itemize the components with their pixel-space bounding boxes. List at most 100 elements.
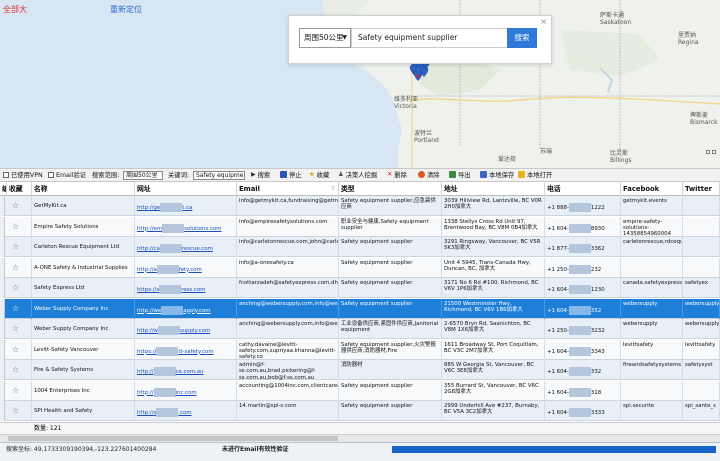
cell-address: 1338 Stellys Cross Rd Unit 97, Brentwood…	[442, 216, 545, 237]
favorite-star-icon[interactable]: ☆	[7, 278, 32, 298]
row-marker[interactable]	[0, 401, 5, 421]
keyword-input[interactable]: Safety equipment supplier	[351, 28, 533, 48]
favorite-star-icon[interactable]: ☆	[7, 360, 32, 380]
search-range-select[interactable]: 周围50公里 ▼	[299, 28, 351, 48]
cell-url[interactable]: http://w supply.com	[135, 319, 237, 339]
cell-twitter	[683, 257, 720, 278]
toolbar-delete-button[interactable]: ✕ 删除	[387, 169, 407, 182]
toolbar: 已使用VPN Email验证 搜索范围: 周围50公里 关键词: Safety …	[0, 168, 720, 182]
cell-address: 3171 No 6 Rd #100, Richmond, BC V6V 1P6加…	[442, 278, 545, 298]
scrollbar-thumb[interactable]	[8, 436, 338, 441]
cell-type: 职业安全与健康,Safety equipment supplier	[339, 216, 442, 237]
favorite-star-icon[interactable]: ☆	[7, 401, 32, 421]
table-row[interactable]: ☆ 1004 Enterprises Inc http://inc.com accou…	[0, 380, 720, 401]
map-zoom-icon[interactable]	[712, 150, 716, 154]
row-marker[interactable]	[0, 360, 5, 380]
row-marker[interactable]	[0, 339, 5, 360]
redacted-mask	[568, 408, 591, 417]
favorite-star-icon[interactable]: ☆	[7, 380, 32, 401]
search-coordinates: 搜索坐标: 49.1733309190394,-123.227601400284	[6, 446, 157, 453]
sort-icon: ▽	[331, 186, 335, 192]
toolbar-favorite-button[interactable]: ★ 收藏	[309, 169, 329, 182]
cell-url[interactable]: https://tt-safety.com	[135, 339, 237, 360]
map-label-saskatoon: 萨斯卡通 Saskatoon	[600, 12, 632, 26]
toolbar-export-button[interactable]: 导出	[449, 169, 471, 182]
cell-phone: +1 604- 332	[545, 360, 621, 380]
close-icon[interactable]: ×	[540, 17, 547, 26]
search-button[interactable]: 搜索	[507, 28, 537, 48]
toolbar-open-local-button[interactable]: 本地打开	[518, 169, 552, 182]
col-twitter[interactable]: Twitter	[683, 182, 720, 196]
toolbar-stop-button[interactable]: 停止	[280, 169, 302, 182]
table-row[interactable]: ☆ Safety Express Ltd https://s ress.com fcot…	[0, 278, 720, 298]
favorite-star-icon[interactable]: ☆	[7, 216, 32, 237]
cell-url[interactable]: http://s .com	[135, 401, 237, 421]
cell-address: 2-6570 Bryn Rd, Saanichton, BC V8M 1X6加拿…	[442, 319, 545, 339]
row-marker[interactable]	[0, 196, 5, 216]
table-row[interactable]: ☆ Empire Safety Solutions http://em solutio…	[0, 216, 720, 237]
cell-twitter	[683, 216, 720, 237]
favorite-star-icon[interactable]: ☆	[7, 196, 32, 216]
cell-url[interactable]: http://inc.com	[135, 380, 237, 401]
row-marker[interactable]	[0, 237, 5, 257]
cell-url[interactable]: https://s ress.com	[135, 278, 237, 298]
col-index[interactable]: 编	[0, 182, 7, 196]
cell-url[interactable]: http://ge t.ca	[135, 196, 237, 216]
table-row[interactable]: ☆ Fire & Safety Systems http://ce.com.au ad…	[0, 360, 720, 380]
row-marker[interactable]	[0, 298, 5, 319]
table-row[interactable]: ☆ SPI Health and Safety http://s .com 14.mar…	[0, 401, 720, 421]
toolbar-decision-maker-button[interactable]: ♟ 决策人挖掘	[338, 169, 377, 182]
row-marker[interactable]	[0, 319, 5, 339]
favorite-star-icon[interactable]: ☆	[7, 257, 32, 278]
cell-twitter: safetysyst	[683, 360, 720, 380]
col-phone[interactable]: 电话	[545, 182, 621, 196]
col-name[interactable]: 名称	[32, 182, 135, 196]
favorite-star-icon[interactable]: ☆	[7, 339, 32, 360]
table-row[interactable]: ☆ Carleton Rescue Equipment Ltd http://ca r…	[0, 237, 720, 257]
cell-url[interactable]: http://ca rescue.com	[135, 237, 237, 257]
toolbar-search-button[interactable]: ▶ 搜索	[251, 169, 270, 182]
col-favorite[interactable]: 收藏	[7, 182, 32, 196]
table-row[interactable]: ☆ Weber Supply Company Inc http://we apply.…	[0, 298, 720, 319]
redacted-mask	[568, 367, 591, 376]
map-fullscreen-icon[interactable]	[706, 150, 710, 154]
table-row[interactable]: ☆ Weber Supply Company Inc http://w supply.…	[0, 319, 720, 339]
cell-twitter	[683, 380, 720, 401]
favorite-star-icon[interactable]: ☆	[7, 319, 32, 339]
chevron-down-icon: ▼	[342, 34, 347, 41]
row-marker[interactable]	[0, 216, 5, 237]
toolbar-save-local-button[interactable]: 本地保存	[480, 169, 514, 182]
cell-url[interactable]: http://we apply.com	[135, 298, 237, 319]
table-row[interactable]: ☆ GetMyKit.ca http://ge t.ca info@getmykit.c…	[0, 196, 720, 216]
cell-url[interactable]: http://em solutions.com	[135, 216, 237, 237]
cell-type: Safety equipment supplier	[339, 237, 442, 257]
col-facebook[interactable]: Facebook	[621, 182, 683, 196]
col-address[interactable]: 地址	[442, 182, 545, 196]
favorite-star-icon[interactable]: ☆	[7, 298, 32, 319]
keyword-field[interactable]: Safety equipme	[193, 171, 245, 180]
horizontal-scrollbar[interactable]	[0, 434, 720, 442]
favorite-star-icon[interactable]: ☆	[7, 237, 32, 257]
cell-name: SPI Health and Safety	[32, 401, 135, 421]
table-row[interactable]: ☆ A-ONE Safety & Industrial Supplies http:…	[0, 257, 720, 278]
table-row[interactable]: ☆ Levitt-Safety Vancouver https://tt-safet…	[0, 339, 720, 360]
redacted-mask	[160, 203, 183, 212]
col-type[interactable]: 类型	[339, 182, 442, 196]
email-verify-checkbox[interactable]: Email验证	[48, 169, 86, 182]
toolbar-clear-button[interactable]: 清除	[418, 169, 440, 182]
row-marker[interactable]	[0, 257, 5, 278]
row-marker[interactable]	[0, 380, 5, 401]
range-select[interactable]: 周围50公里	[123, 171, 163, 180]
cell-url[interactable]: http://a fety.com	[135, 257, 237, 278]
map-view[interactable]: 全部大 重新定位 萨斯卡通 Saskatoon 里贾纳 Regina 维多利亚 Vic…	[0, 0, 720, 168]
app-window: 全部大 重新定位 萨斯卡通 Saskatoon 里贾纳 Regina 维多利亚 Vic…	[0, 0, 720, 461]
vpn-checkbox[interactable]: 已使用VPN	[3, 169, 43, 182]
stop-icon	[280, 171, 287, 178]
row-marker[interactable]	[0, 278, 5, 298]
cell-url[interactable]: http://ce.com.au	[135, 360, 237, 380]
top-left-link[interactable]: 全部大	[3, 4, 27, 15]
cell-facebook: webersupply	[621, 298, 683, 319]
relocate-link[interactable]: 重新定位	[110, 4, 142, 15]
col-email[interactable]: Email ▽	[237, 182, 339, 196]
col-url[interactable]: 网址	[135, 182, 237, 196]
